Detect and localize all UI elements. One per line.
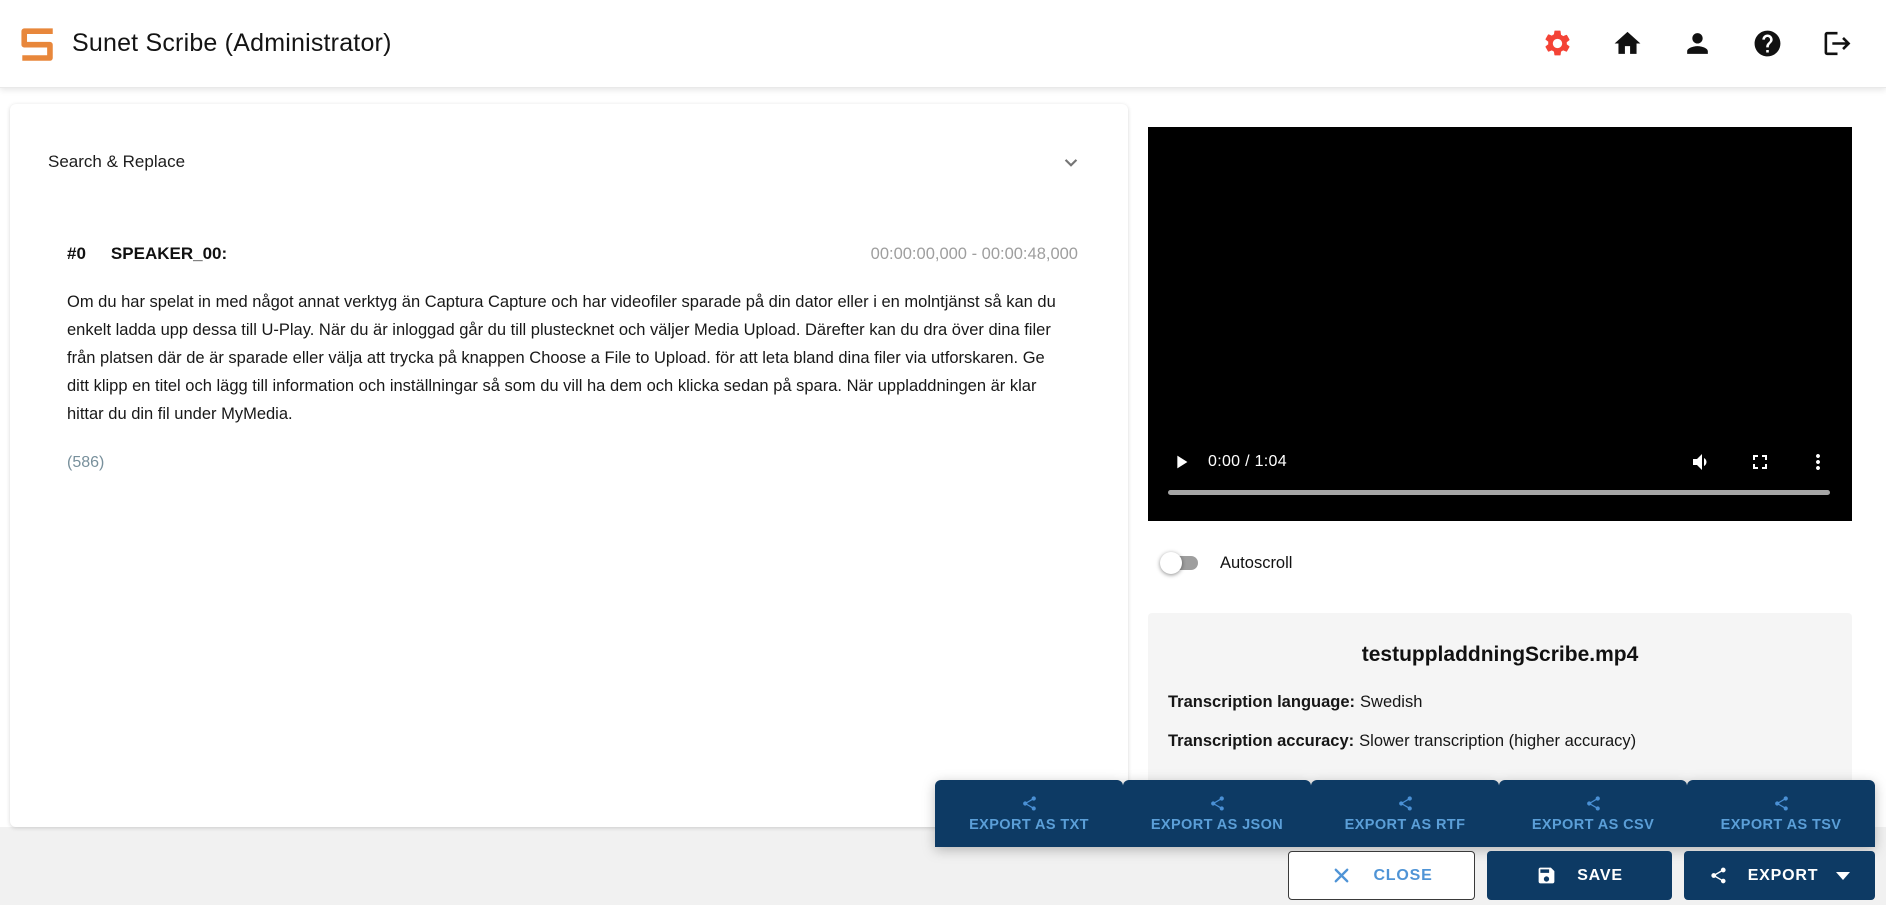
transcription-accuracy-line: Transcription accuracy: Slower transcript…: [1168, 732, 1852, 751]
video-progress-bar[interactable]: [1168, 490, 1830, 495]
volume-button[interactable]: [1690, 450, 1714, 474]
help-button[interactable]: [1744, 21, 1790, 67]
export-as-csv-button[interactable]: EXPORT AS CSV: [1499, 780, 1687, 847]
accuracy-label: Transcription accuracy:: [1168, 732, 1354, 750]
language-label: Transcription language:: [1168, 693, 1355, 711]
export-as-txt-button[interactable]: EXPORT AS TXT: [935, 780, 1123, 847]
segment-timecode: 00:00:00,000 - 00:00:48,000: [871, 245, 1078, 264]
sunet-logo: [16, 23, 58, 65]
language-value: Swedish: [1360, 693, 1422, 711]
app-root: Sunet Scribe (Administrator) Search & Re…: [0, 0, 1886, 905]
segment-index: #0: [67, 244, 86, 264]
home-button[interactable]: [1604, 21, 1650, 67]
export-as-rtf-button[interactable]: EXPORT AS RTF: [1311, 780, 1499, 847]
close-label: CLOSE: [1373, 867, 1432, 885]
share-icon: [1585, 795, 1602, 812]
logout-icon: [1822, 28, 1853, 59]
search-replace-label: Search & Replace: [48, 152, 185, 172]
save-label: SAVE: [1577, 867, 1623, 885]
video-controls: 0:00 / 1:04: [1148, 445, 1852, 479]
video-time: 0:00 / 1:04: [1208, 453, 1287, 471]
profile-button[interactable]: [1674, 21, 1720, 67]
share-icon: [1709, 866, 1728, 885]
video-player[interactable]: 0:00 / 1:04: [1148, 127, 1852, 521]
caret-down-icon: [1836, 872, 1850, 880]
logout-button[interactable]: [1814, 21, 1860, 67]
close-icon: [1330, 864, 1353, 887]
autoscroll-toggle[interactable]: [1160, 550, 1204, 576]
volume-icon: [1690, 450, 1714, 474]
settings-button[interactable]: [1534, 21, 1580, 67]
autoscroll-label: Autoscroll: [1220, 554, 1292, 573]
chevron-down-icon: [1058, 149, 1084, 175]
export-button[interactable]: EXPORT: [1684, 851, 1875, 900]
export-as-rtf-label: EXPORT AS RTF: [1345, 817, 1466, 833]
export-as-csv-label: EXPORT AS CSV: [1532, 817, 1654, 833]
app-header: Sunet Scribe (Administrator): [0, 0, 1886, 88]
export-as-tsv-button[interactable]: EXPORT AS TSV: [1687, 780, 1875, 847]
transcription-language-line: Transcription language: Swedish: [1168, 693, 1852, 712]
toggle-knob: [1160, 552, 1182, 574]
video-more-button[interactable]: [1806, 450, 1830, 474]
autoscroll-row: Autoscroll: [1160, 550, 1292, 576]
segment-char-count: (586): [67, 454, 1078, 472]
person-icon: [1682, 28, 1713, 59]
play-button[interactable]: [1170, 451, 1192, 473]
video-controls-right: [1690, 450, 1830, 474]
export-as-txt-label: EXPORT AS TXT: [969, 817, 1089, 833]
share-icon: [1021, 795, 1038, 812]
save-icon: [1536, 865, 1557, 886]
export-as-json-button[interactable]: EXPORT AS JSON: [1123, 780, 1311, 847]
transcript-segment[interactable]: #0 SPEAKER_00: 00:00:00,000 - 00:00:48,0…: [67, 244, 1078, 472]
save-button[interactable]: SAVE: [1487, 851, 1672, 900]
settings-gear-icon: [1542, 28, 1573, 59]
fullscreen-icon: [1748, 450, 1772, 474]
close-button[interactable]: CLOSE: [1288, 851, 1475, 900]
fullscreen-button[interactable]: [1748, 450, 1772, 474]
home-icon: [1612, 28, 1643, 59]
share-icon: [1397, 795, 1414, 812]
export-as-tsv-label: EXPORT AS TSV: [1721, 817, 1842, 833]
export-label: EXPORT: [1748, 867, 1819, 885]
transcript-panel: Search & Replace #0 SPEAKER_00: 00:00:00…: [10, 104, 1128, 827]
help-icon: [1752, 28, 1783, 59]
segment-header: #0 SPEAKER_00: 00:00:00,000 - 00:00:48,0…: [67, 244, 1078, 264]
file-name: testuppladdningScribe.mp4: [1148, 643, 1852, 667]
play-icon: [1170, 451, 1192, 473]
accuracy-value: Slower transcription (higher accuracy): [1359, 732, 1636, 750]
search-replace-accordion[interactable]: Search & Replace: [48, 140, 1084, 184]
export-as-json-label: EXPORT AS JSON: [1151, 817, 1283, 833]
app-title: Sunet Scribe (Administrator): [72, 29, 392, 58]
segment-speaker: SPEAKER_00:: [111, 244, 227, 264]
export-menu: EXPORT AS TXT EXPORT AS JSON EXPORT AS R…: [935, 780, 1875, 847]
share-icon: [1209, 795, 1226, 812]
share-icon: [1773, 795, 1790, 812]
more-vert-icon: [1806, 450, 1830, 474]
segment-text[interactable]: Om du har spelat in med något annat verk…: [67, 288, 1069, 428]
